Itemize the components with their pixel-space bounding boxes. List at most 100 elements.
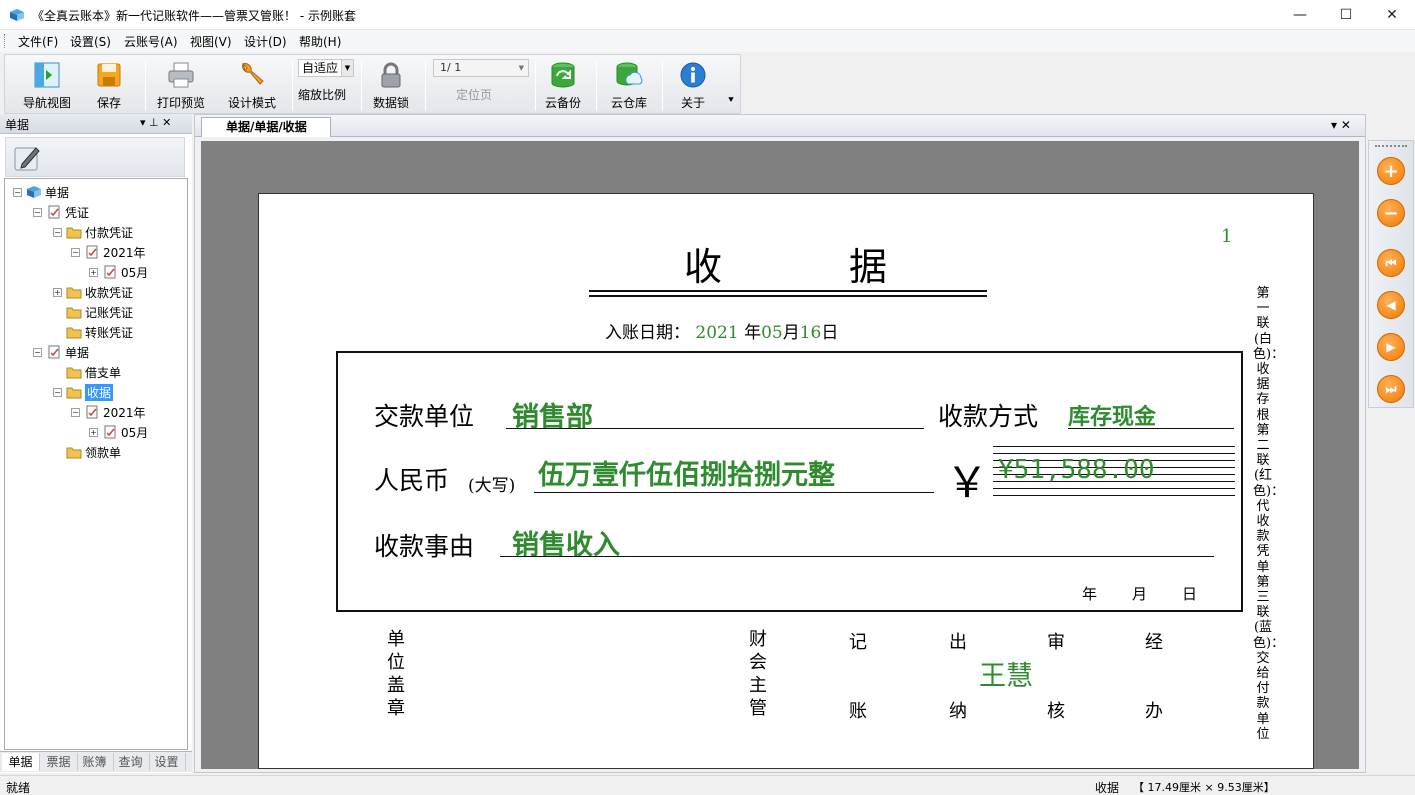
data-lock-label: 数据锁	[372, 96, 409, 110]
tree-expander[interactable]: −	[33, 347, 42, 357]
tree-node[interactable]: − 付款凭证	[53, 223, 133, 241]
menu-settings[interactable]: 设置(S)	[70, 33, 111, 50]
tab-ledgers[interactable]: 账簿	[76, 753, 114, 771]
tab-settings[interactable]: 设置	[148, 753, 186, 771]
tree-node[interactable]: − 2021年	[71, 243, 146, 261]
left-panel-controls[interactable]: ▾ ⊥ ✕	[140, 116, 171, 129]
tree-expander[interactable]: −	[13, 187, 22, 197]
first-page-icon[interactable]: ⏮	[1377, 249, 1405, 277]
tree-node[interactable]: − 凭证	[33, 203, 89, 221]
menu-design[interactable]: 设计(D)	[244, 33, 287, 50]
tab-receipt-document[interactable]: 单据/单据/收据	[201, 117, 331, 137]
close-button[interactable]: ✕	[1369, 0, 1415, 30]
menu-help[interactable]: 帮助(H)	[299, 33, 341, 50]
reviewer-bottom: 核	[1047, 701, 1065, 722]
tree-node[interactable]: + 05月	[89, 263, 148, 281]
tree-label: 2021年	[103, 405, 146, 420]
zoom-out-icon[interactable]: −	[1377, 199, 1405, 227]
main-toolbar: 导航视图 保存 打印预览 设计模式 自适应 ▼ 缩放比例 数据锁 1/ 1 ▼ …	[4, 54, 741, 114]
cloud-backup-button[interactable]: 云备份	[541, 59, 585, 111]
left-panel: 单据 ▾ ⊥ ✕ − 单据 − 凭证 − 付款凭证 − 2021年 + 05月 …	[0, 114, 192, 773]
tree-expander[interactable]: −	[53, 227, 62, 237]
tree-node[interactable]: − 单据	[33, 343, 89, 361]
menu-cloud-account[interactable]: 云账号(A)	[124, 33, 178, 50]
accounting-supervisor-label: 财会主管	[749, 629, 767, 719]
date-day-unit: 日	[821, 323, 839, 343]
prev-page-icon[interactable]: ◀	[1377, 291, 1405, 319]
status-bar: 就绪 收据 【 17.49厘米 × 9.53厘米】	[0, 775, 1415, 795]
ymd-year: 年	[1082, 585, 1098, 603]
design-mode-label: 设计模式	[227, 96, 276, 110]
preview-canvas: 1 收 据 入账日期： 2021 年05月16日 交款单位 销售部 收款方式 库…	[201, 141, 1359, 769]
right-tool-strip: + − ⏮ ◀ ▶ ⏭	[1368, 140, 1414, 408]
bookkeeper-top: 记	[849, 632, 867, 653]
tree-node[interactable]: + 收款凭证	[53, 283, 133, 301]
receipt-title-left: 收	[684, 245, 723, 289]
chevron-down-icon: ▼	[341, 60, 353, 76]
menu-view[interactable]: 视图(V)	[190, 33, 232, 50]
tree-expander[interactable]: −	[33, 207, 42, 217]
minimize-button[interactable]: —	[1277, 0, 1323, 30]
tree-label: 领款单	[85, 445, 122, 460]
tree-label: 付款凭证	[85, 225, 134, 240]
print-preview-button[interactable]: 打印预览	[153, 59, 209, 111]
tree-expander[interactable]: +	[89, 267, 98, 277]
maximize-button[interactable]: ☐	[1323, 0, 1369, 30]
toolbar-overflow-icon[interactable]: ⯆	[727, 95, 735, 106]
lock-icon	[381, 62, 401, 88]
page-select[interactable]: 1/ 1 ▼	[433, 59, 529, 77]
status-doc-name: 收据	[1095, 781, 1120, 795]
tree-label: 05月	[121, 425, 149, 440]
folder-icon	[66, 307, 82, 319]
tree-expander[interactable]: +	[53, 287, 62, 297]
tree-expander[interactable]: −	[53, 387, 62, 397]
next-page-icon[interactable]: ▶	[1377, 333, 1405, 361]
about-button[interactable]: 关于	[673, 59, 713, 111]
tree-node[interactable]: + 05月	[89, 423, 148, 441]
doc-check-icon	[48, 345, 60, 359]
title-bar: 《全真云账本》新一代记账软件——管票又管账！ - 示例账套 — ☐ ✕	[0, 0, 1415, 30]
tree-label: 05月	[121, 265, 149, 280]
folder-icon	[66, 287, 82, 299]
tree-node[interactable]: 借支单	[53, 363, 121, 381]
tree-node[interactable]: 领款单	[53, 443, 121, 461]
tree-node[interactable]: 记账凭证	[53, 303, 133, 321]
tab-invoices[interactable]: 票据	[40, 753, 78, 771]
document-area: 单据/单据/收据 ▾ ✕ 1 收 据 入账日期： 2021 年05月16日 交款…	[194, 114, 1366, 773]
tab-query[interactable]: 查询	[112, 753, 150, 771]
design-mode-button[interactable]: 设计模式	[223, 59, 281, 111]
method-value: 库存现金	[1068, 404, 1157, 430]
tree-label: 借支单	[85, 365, 122, 380]
receipt-paper: 1 收 据 入账日期： 2021 年05月16日 交款单位 销售部 收款方式 库…	[258, 193, 1314, 769]
tree-node[interactable]: − 2021年	[71, 403, 146, 421]
tab-documents[interactable]: 单据	[2, 753, 40, 771]
tree-node[interactable]: 转账凭证	[53, 323, 133, 341]
left-panel-toolstrip	[5, 137, 185, 177]
menu-file[interactable]: 文件(F)	[18, 33, 58, 50]
save-button[interactable]: 保存	[89, 59, 129, 111]
zoom-select[interactable]: 自适应 ▼	[298, 59, 354, 77]
tree-expander[interactable]: −	[71, 407, 80, 417]
receipt-body-box: 交款单位 销售部 收款方式 库存现金 人民币 (大写) 伍万壹仟伍佰捌拾捌元整 …	[336, 351, 1243, 612]
cloud-repo-button[interactable]: 云仓库	[607, 59, 651, 111]
tree-node-selected[interactable]: − 收据	[53, 383, 114, 401]
data-lock-button[interactable]: 数据锁	[369, 59, 413, 111]
entry-date: 入账日期： 2021 年05月16日	[605, 318, 838, 343]
rmb-label: 人民币	[374, 466, 450, 495]
cashier-bottom: 纳	[949, 701, 967, 722]
document-tab-controls[interactable]: ▾ ✕	[1331, 118, 1351, 132]
bookkeeper-bottom: 账	[849, 701, 867, 722]
zoom-in-icon[interactable]: +	[1377, 157, 1405, 185]
chevron-down-icon: ▼	[518, 64, 524, 72]
locate-page-button[interactable]: 定位页	[456, 86, 492, 103]
tree-expander[interactable]: −	[71, 247, 80, 257]
nav-tree: − 单据 − 凭证 − 付款凭证 − 2021年 + 05月 + 收款凭证 记账…	[4, 178, 188, 750]
last-page-icon[interactable]: ⏭	[1377, 375, 1405, 403]
handler-bottom: 办	[1145, 701, 1163, 722]
edit-pen-icon[interactable]	[12, 142, 44, 174]
tree-node[interactable]: − 单据	[13, 183, 69, 201]
document-tab-bar: 单据/单据/收据 ▾ ✕	[195, 115, 1365, 137]
tree-label: 凭证	[65, 205, 90, 220]
nav-view-button[interactable]: 导航视图	[19, 59, 75, 111]
tree-expander[interactable]: +	[89, 427, 98, 437]
